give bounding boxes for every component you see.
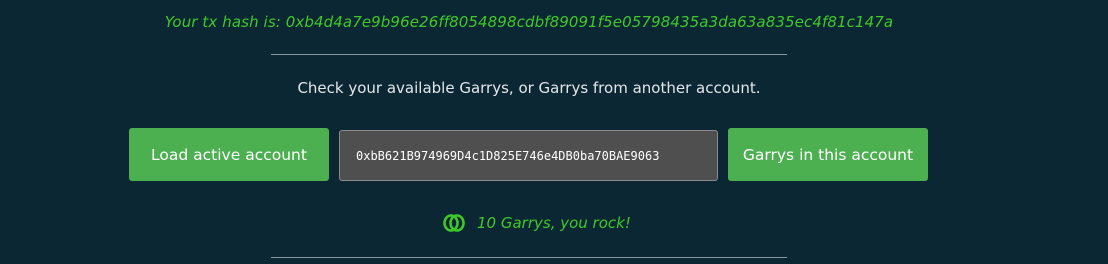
- check-garrys-prompt: Check your available Garrys, or Garrys f…: [297, 79, 761, 97]
- garry-count-text: 10 Garrys, you rock!: [477, 214, 631, 232]
- divider-top: [271, 54, 787, 55]
- garry-count-result: 10 Garrys, you rock!: [443, 213, 631, 233]
- garry-panel: Your tx hash is: 0xb4d4a7e9b96e26ff80548…: [0, 0, 1108, 264]
- load-active-account-button[interactable]: Load active account: [129, 128, 329, 181]
- divider-bottom: [271, 257, 787, 258]
- account-address-input[interactable]: [339, 130, 718, 181]
- tx-hash-message: Your tx hash is: 0xb4d4a7e9b96e26ff80548…: [164, 13, 894, 31]
- garry-coin-icon: [443, 213, 465, 233]
- garrys-in-account-button[interactable]: Garrys in this account: [728, 128, 928, 181]
